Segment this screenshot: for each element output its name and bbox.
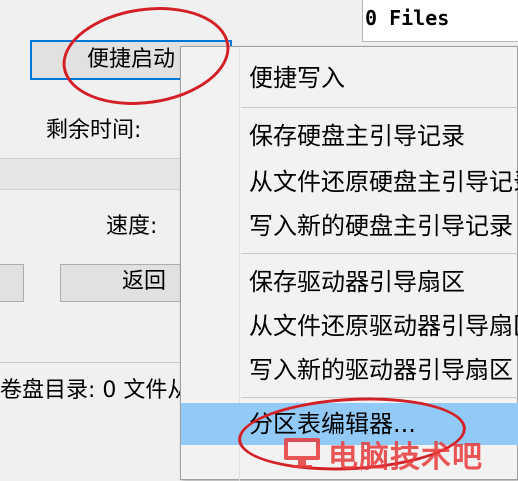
menu-item-quick-write[interactable]: 便捷写入 <box>181 59 518 97</box>
speed-label: 速度: <box>106 214 158 239</box>
menu-separator <box>241 107 518 108</box>
monitor-logo-icon <box>284 438 320 468</box>
progress-area <box>0 158 190 190</box>
menu-item-write-new-boot-sector[interactable]: 写入新的驱动器引导扇区 <box>181 351 518 389</box>
files-count-header: 0 Files <box>362 0 518 42</box>
context-menu: 便捷写入 保存硬盘主引导记录 从文件还原硬盘主引导记录 写入新的硬盘主引导记录 … <box>180 46 518 481</box>
menu-item-restore-mbr[interactable]: 从文件还原硬盘主引导记录 <box>181 163 518 201</box>
status-text: 卷盘目录: 0 文件从 <box>0 378 190 403</box>
status-divider <box>0 362 190 363</box>
menu-item-write-new-mbr[interactable]: 写入新的硬盘主引导记录 <box>181 207 518 245</box>
remaining-time-label: 剩余时间: <box>46 118 142 143</box>
menu-item-save-boot-sector[interactable]: 保存驱动器引导扇区 <box>181 263 518 301</box>
menu-item-save-mbr[interactable]: 保存硬盘主引导记录 <box>181 117 518 155</box>
menu-separator <box>241 253 518 254</box>
watermark-text: 电脑技术吧 <box>328 440 483 475</box>
left-button-partial[interactable] <box>0 264 24 302</box>
menu-item-restore-boot-sector[interactable]: 从文件还原驱动器引导扇区 <box>181 307 518 345</box>
menu-separator <box>241 397 518 398</box>
